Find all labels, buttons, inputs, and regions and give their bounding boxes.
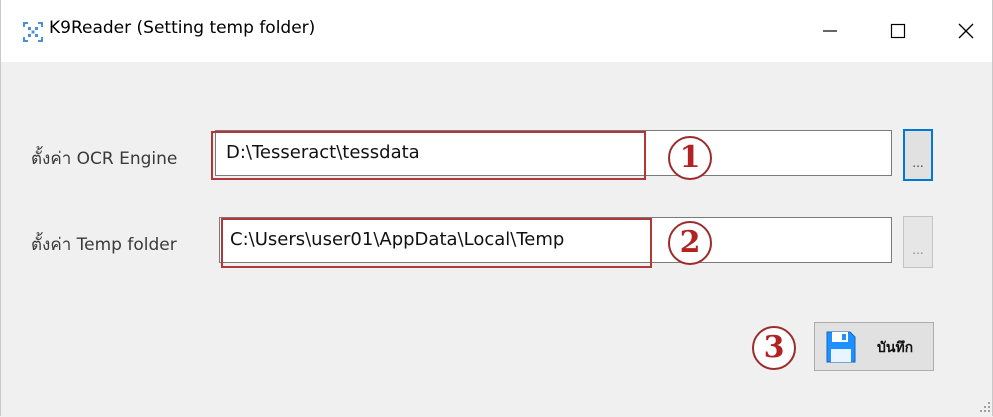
temp-folder-label: ตั้งค่า Temp folder — [31, 235, 177, 255]
step-marker-2: 2 — [668, 221, 712, 265]
window-title: K9Reader (Setting temp folder) — [49, 18, 316, 38]
maximize-button[interactable] — [875, 12, 921, 50]
ocr-engine-browse-button[interactable]: ... — [903, 129, 933, 181]
close-button[interactable] — [943, 12, 989, 50]
floppy-disk-icon — [825, 330, 857, 364]
temp-folder-path-input[interactable]: C:\Users\user01\AppData\Local\Temp — [219, 217, 892, 263]
save-button[interactable]: บันทึก — [814, 322, 934, 371]
close-icon — [958, 23, 974, 39]
step-marker-3: 3 — [752, 326, 796, 370]
ocr-engine-path-input[interactable]: D:\Tesseract\tessdata — [215, 130, 892, 176]
step-marker-1: 1 — [668, 136, 712, 180]
temp-folder-browse-button[interactable]: ... — [903, 216, 933, 268]
ocr-engine-label: ตั้งค่า OCR Engine — [31, 149, 178, 169]
app-icon — [23, 22, 43, 42]
minimize-button[interactable] — [807, 12, 853, 50]
resize-grip-icon[interactable] — [977, 398, 991, 412]
minimize-icon — [823, 30, 837, 32]
maximize-icon — [890, 23, 906, 39]
title-bar: K9Reader (Setting temp folder) — [1, 0, 992, 62]
save-button-label: บันทึก — [877, 340, 914, 356]
settings-window: K9Reader (Setting temp folder) ตั้งค่า O… — [0, 0, 993, 416]
